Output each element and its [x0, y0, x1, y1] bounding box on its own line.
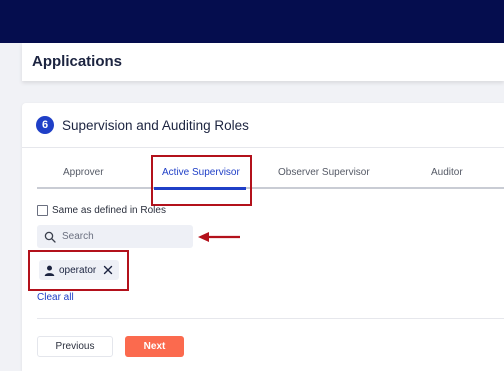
- search-box[interactable]: [37, 225, 193, 248]
- same-as-roles-label: Same as defined in Roles: [52, 205, 166, 216]
- page-header: Applications: [22, 43, 504, 81]
- highlight-box-active-tab: [151, 155, 252, 206]
- tab-observer-supervisor[interactable]: Observer Supervisor: [278, 167, 370, 178]
- supervision-roles-card: 6 Supervision and Auditing Roles Approve…: [22, 103, 504, 371]
- tab-auditor[interactable]: Auditor: [431, 167, 463, 178]
- top-navigation-bar: [0, 0, 504, 43]
- section-title: Supervision and Auditing Roles: [62, 118, 249, 133]
- step-number-badge: 6: [36, 116, 54, 134]
- divider: [22, 147, 504, 148]
- footer-divider: [37, 318, 504, 319]
- tab-approver[interactable]: Approver: [63, 167, 104, 178]
- next-button[interactable]: Next: [125, 336, 184, 357]
- highlight-box-selected-role: [28, 250, 129, 291]
- previous-button[interactable]: Previous: [37, 336, 113, 357]
- same-as-roles-checkbox-row[interactable]: Same as defined in Roles: [37, 205, 166, 216]
- page-title: Applications: [32, 53, 123, 70]
- annotation-arrow-icon: [198, 232, 240, 242]
- search-input[interactable]: [62, 231, 182, 242]
- same-as-roles-checkbox[interactable]: [37, 205, 48, 216]
- search-icon: [44, 231, 56, 243]
- tabs-baseline: [37, 187, 504, 189]
- clear-all-link[interactable]: Clear all: [37, 292, 74, 303]
